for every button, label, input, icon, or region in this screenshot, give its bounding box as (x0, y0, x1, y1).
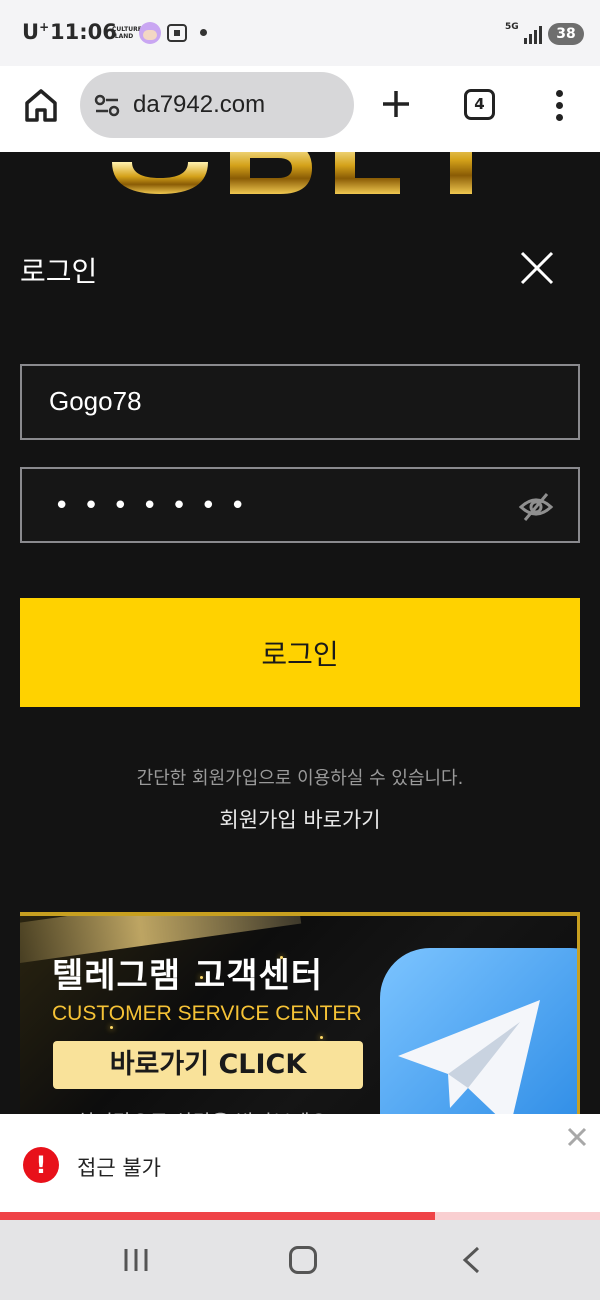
url-text: da7942.com (133, 91, 266, 118)
status-bar: U+ 11:06 CULTURE LAND 5G 38 (0, 0, 600, 66)
more-notifications-dot (200, 29, 207, 36)
system-nav-bar (0, 1220, 600, 1300)
carrier-label: U+ (22, 20, 50, 44)
screen: U+ 11:06 CULTURE LAND 5G 38 da7942.com 4… (0, 0, 600, 1300)
close-icon[interactable] (519, 250, 555, 286)
banner-subtitle: CUSTOMER SERVICE CENTER (52, 1002, 362, 1025)
culture-land-icon: CULTURE LAND (112, 26, 142, 40)
new-tab-icon[interactable] (380, 88, 412, 120)
avatar-notification-icon (139, 22, 161, 44)
site-settings-icon[interactable] (94, 92, 120, 118)
login-title: 로그인 (20, 255, 98, 288)
signal-icon (524, 24, 544, 44)
home-nav-icon[interactable] (289, 1246, 317, 1274)
page-content: 로그인 Gogo78 ••••••• 로그인 간단한 회원가입으로 이용하실 수… (0, 152, 600, 1122)
username-value: Gogo78 (49, 386, 142, 416)
browser-toolbar: da7942.com 4 (0, 66, 600, 152)
sparkle (320, 1036, 323, 1039)
alert-icon: ! (23, 1147, 59, 1183)
screenshot-icon (167, 24, 187, 42)
signup-link[interactable]: 회원가입 바로가기 (0, 804, 600, 834)
error-toast: ! 접근 불가 (0, 1114, 600, 1212)
site-logo (0, 152, 600, 202)
tab-switcher-button[interactable]: 4 (464, 89, 495, 120)
password-field[interactable]: ••••••• (20, 467, 580, 543)
signup-hint: 간단한 회원가입으로 이용하실 수 있습니다. (136, 768, 464, 789)
eye-off-icon[interactable] (518, 489, 554, 525)
banner-title: 텔레그램 고객센터 (52, 956, 324, 996)
login-button[interactable]: 로그인 (20, 598, 580, 707)
username-field[interactable]: Gogo78 (20, 364, 580, 440)
recent-apps-icon[interactable] (122, 1246, 150, 1274)
home-icon[interactable] (22, 86, 60, 124)
telegram-icon (380, 948, 577, 1122)
toast-progress-bar (0, 1212, 600, 1220)
back-icon[interactable] (458, 1245, 486, 1275)
sparkle (110, 1026, 113, 1029)
address-bar[interactable]: da7942.com (80, 72, 354, 138)
network-type: 5G (505, 22, 519, 32)
toast-close-icon[interactable] (566, 1126, 588, 1148)
toast-message: 접근 불가 (77, 1156, 161, 1180)
toast-progress-fill (0, 1212, 435, 1220)
banner-cta-button[interactable]: 바로가기 CLICK (53, 1041, 363, 1089)
logo-graphic (112, 152, 472, 194)
battery-indicator: 38 (548, 23, 584, 45)
password-mask: ••••••• (54, 491, 260, 521)
clock: 11:06 (50, 20, 117, 44)
more-menu-icon[interactable] (550, 86, 570, 126)
telegram-support-banner[interactable]: 텔레그램 고객센터 CUSTOMER SERVICE CENTER 바로가기 C… (20, 912, 580, 1122)
